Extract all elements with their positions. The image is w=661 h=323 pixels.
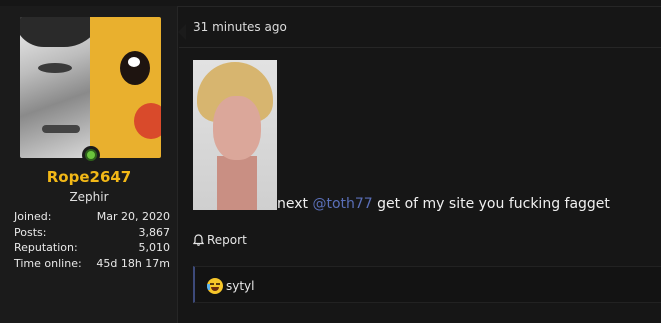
avatar[interactable] [20,17,161,158]
stat-row-posts: Posts: 3,867 [14,225,170,241]
username-link[interactable]: Rope2647 [0,168,178,186]
reactions-bar: sytyl [193,266,661,303]
forum-post: Rope2647 Zephir Joined: Mar 20, 2020 Pos… [0,0,661,323]
user-stats: Joined: Mar 20, 2020 Posts: 3,867 Reputa… [14,209,170,271]
avatar-right-half [90,17,161,158]
stat-value[interactable]: 5,010 [139,240,171,256]
message-text: get of my site you fucking fagget [372,196,610,212]
stat-row-reputation: Reputation: 5,010 [14,240,170,256]
stat-row-joined: Joined: Mar 20, 2020 [14,209,170,225]
stat-label: Joined: [14,210,52,223]
stat-label: Time online: [14,256,82,270]
embedded-image[interactable] [193,60,277,210]
message-text: next [277,196,313,212]
stat-label: Posts: [14,225,47,239]
post-timestamp[interactable]: 31 minutes ago [193,20,287,34]
post-message: next @toth77 get of my site you fucking … [277,196,610,212]
stat-label: Reputation: [14,241,78,254]
divider [179,47,661,48]
report-label: Report [207,233,247,247]
laughing-crying-emoji-icon[interactable] [207,278,223,294]
report-button[interactable]: Report [193,233,247,247]
user-title: Zephir [69,190,109,204]
online-status-icon [82,146,100,164]
stat-value: 45d 18h 17m [96,256,170,270]
post-content: 31 minutes ago next @toth77 get of my si… [179,6,661,323]
stat-value[interactable]: 3,867 [139,225,171,241]
reaction-username-link[interactable]: sytyl [226,279,255,293]
user-info-panel: Rope2647 Zephir Joined: Mar 20, 2020 Pos… [0,6,178,323]
bell-icon [193,234,204,246]
avatar-left-half [20,17,104,158]
stat-value: Mar 20, 2020 [96,210,170,223]
user-mention-link[interactable]: @toth77 [312,196,372,212]
stat-row-time-online: Time online: 45d 18h 17m [14,256,170,272]
